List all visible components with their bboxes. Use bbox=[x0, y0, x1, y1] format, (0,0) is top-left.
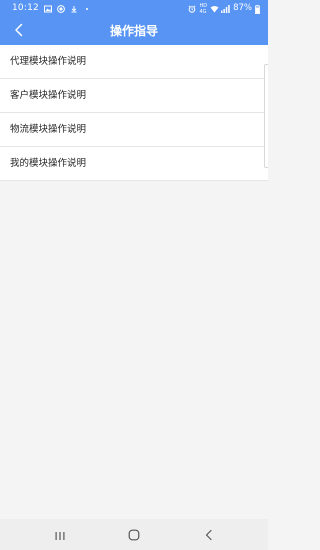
signal-icon bbox=[221, 4, 230, 13]
recent-apps-icon bbox=[54, 526, 66, 545]
system-navigation-bar bbox=[0, 519, 268, 550]
status-right-group: HD 4G 87% bbox=[188, 0, 260, 17]
status-time: 10:12 bbox=[12, 3, 39, 13]
status-left-group: 10:12 bbox=[12, 0, 91, 17]
sync-notification-icon bbox=[57, 4, 65, 13]
dot-notification-icon bbox=[83, 5, 91, 13]
download-notification-icon bbox=[70, 5, 78, 13]
guide-list: 代理模块操作说明 客户模块操作说明 物流模块操作说明 我的模块操作说明 bbox=[0, 45, 268, 181]
list-item-agent-guide[interactable]: 代理模块操作说明 bbox=[0, 45, 268, 79]
edge-panel-handle[interactable] bbox=[264, 64, 268, 168]
recent-apps-button[interactable] bbox=[52, 527, 68, 543]
page-title: 操作指导 bbox=[109, 24, 158, 38]
home-icon bbox=[128, 526, 140, 545]
list-item-customer-guide[interactable]: 客户模块操作说明 bbox=[0, 79, 268, 113]
wifi-icon bbox=[210, 5, 219, 13]
header-bar: 操作指导 bbox=[0, 17, 268, 45]
network-type-label: 4G bbox=[199, 8, 207, 15]
network-labels: HD 4G bbox=[199, 3, 207, 15]
system-back-icon bbox=[204, 526, 214, 545]
alarm-icon bbox=[188, 4, 196, 13]
list-item-logistics-guide[interactable]: 物流模块操作说明 bbox=[0, 113, 268, 147]
battery-icon bbox=[255, 4, 260, 14]
system-back-button[interactable] bbox=[201, 527, 217, 543]
list-item-my-guide[interactable]: 我的模块操作说明 bbox=[0, 147, 268, 181]
battery-percent: 87% bbox=[233, 3, 252, 13]
status-bar: 10:12 HD 4G 87% bbox=[0, 0, 268, 17]
home-button[interactable] bbox=[126, 527, 142, 543]
image-notification-icon bbox=[43, 5, 52, 13]
